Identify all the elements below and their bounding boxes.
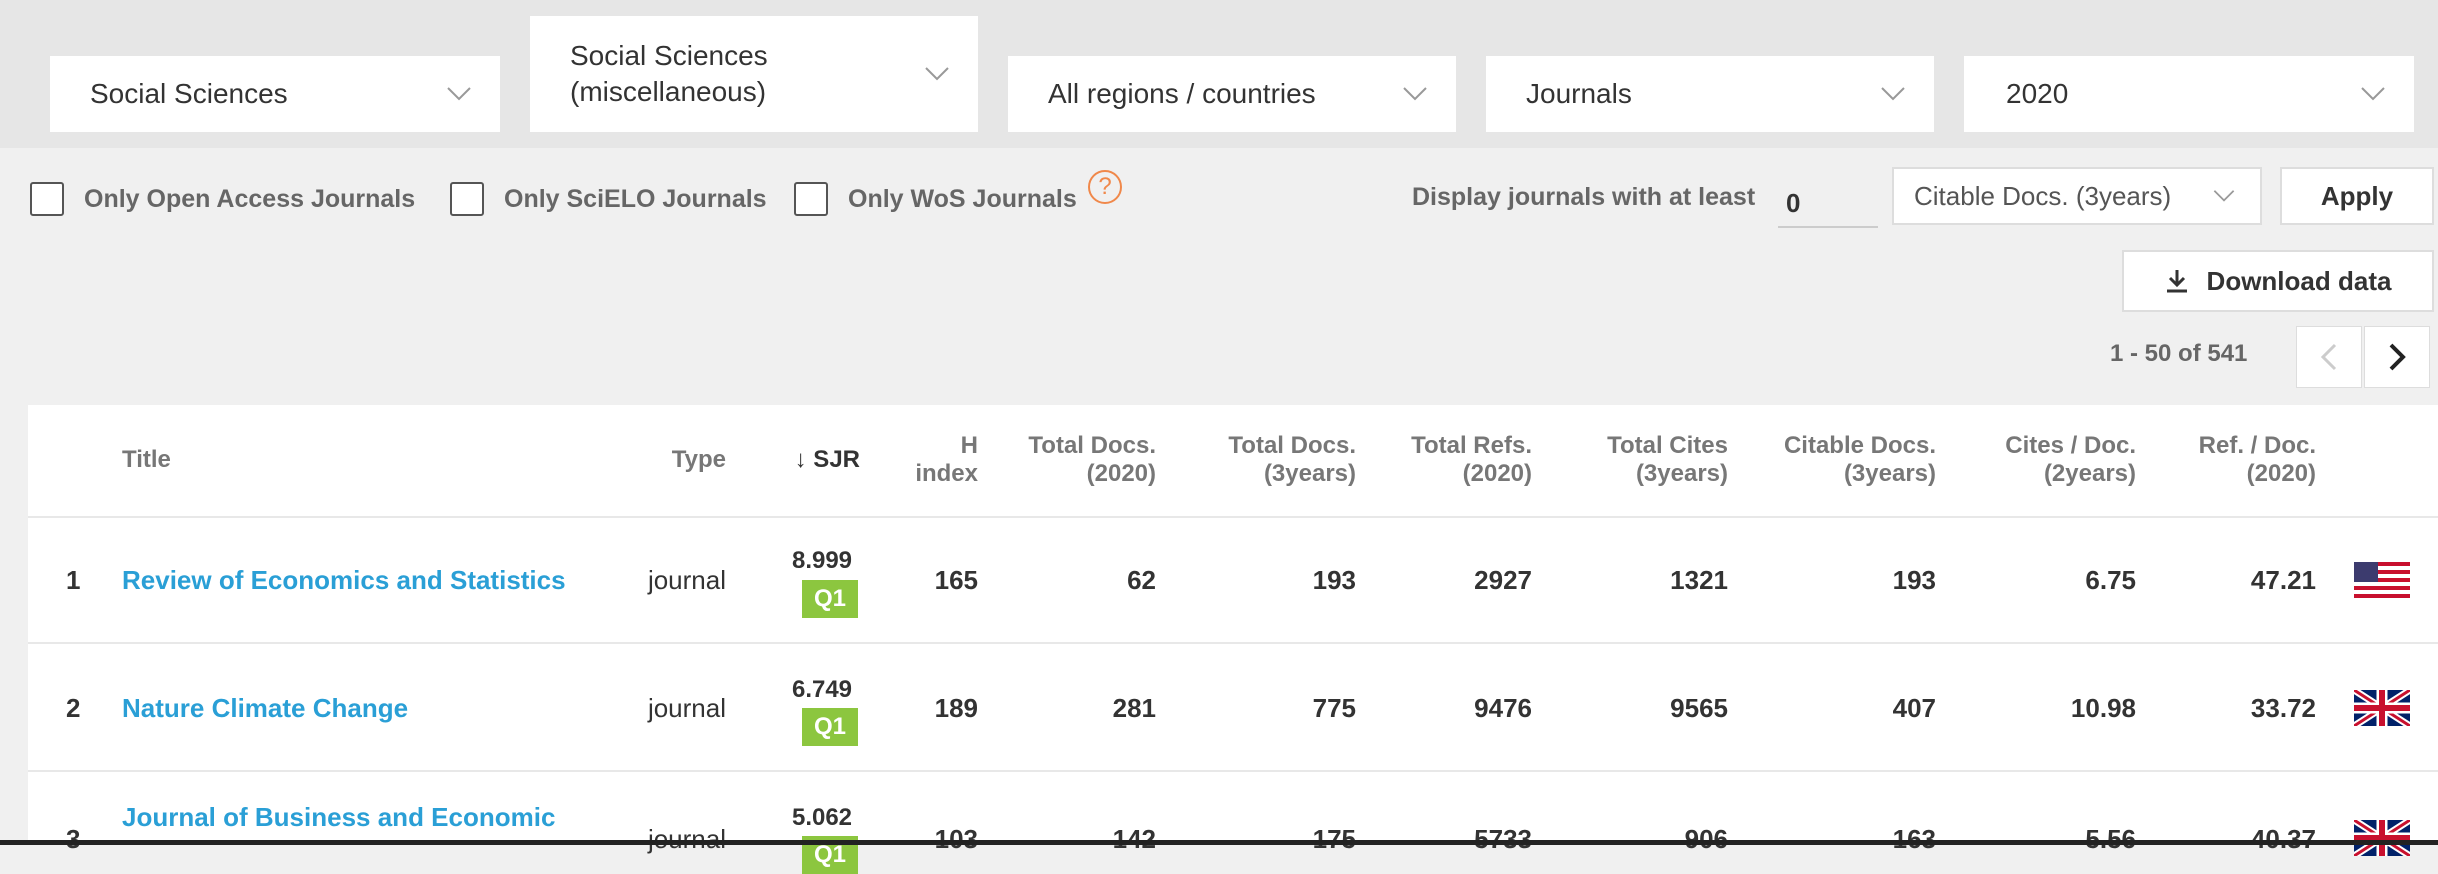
min-metric-select[interactable]: Citable Docs. (3years) [1892,167,2262,225]
min-metric-value: Citable Docs. (3years) [1914,180,2172,211]
region-value: All regions / countries [1048,78,1316,109]
quartile-badge: Q1 [802,580,858,618]
quartile-badge: Q1 [802,708,858,746]
chevron-down-icon [2213,190,2235,202]
header-total-refs[interactable]: Total Refs. (2020) [1356,432,1532,488]
prev-page-button[interactable] [2296,326,2362,388]
row-divider [28,770,2438,772]
us-flag-icon [2354,562,2410,598]
journal-title-link[interactable]: Review of Economics and Statistics [122,565,566,596]
row-total-cites: 1321 [1670,565,1728,595]
open-access-option[interactable]: Only Open Access Journals [30,182,415,216]
row-rank: 1 [66,565,81,595]
row-total-refs: 9476 [1474,693,1532,723]
header-h-index[interactable]: Hindex [880,432,978,488]
header-total-docs[interactable]: Total Docs. (2020) [980,432,1156,488]
window-bottom-edge [0,840,2438,845]
chevron-down-icon [2361,87,2385,101]
chevron-right-icon [2389,343,2406,371]
row-type: journal [647,565,726,595]
year-value: 2020 [2006,78,2069,109]
row-rank: 2 [66,693,81,723]
row-total-docs-3y: 193 [1312,565,1356,595]
header-cites-per-doc[interactable]: Cites / Doc. (2years) [1960,432,2136,488]
row-type: journal [647,693,726,723]
wos-label: Only WoS Journals [848,184,1077,213]
header-total-cites[interactable]: Total Cites (3years) [1552,432,1728,488]
row-total-refs: 2927 [1474,565,1532,595]
year-select[interactable]: 2020 [1964,56,2414,132]
chevron-down-icon [925,67,949,81]
row-refs-per-doc: 33.72 [2250,693,2316,723]
open-access-checkbox[interactable] [30,182,64,216]
journal-title-link[interactable]: Nature Climate Change [122,693,408,724]
row-cites-per-doc: 6.75 [2085,565,2136,595]
scielo-label: Only SciELO Journals [504,184,767,213]
uk-flag-icon [2354,690,2410,726]
header-title[interactable]: Title [122,446,171,474]
subject-area-value: Social Sciences [90,78,288,109]
row-h-index: 189 [934,693,978,723]
wos-checkbox[interactable] [794,182,828,216]
chevron-down-icon [1881,87,1905,101]
row-total-docs-3y: 775 [1312,693,1356,723]
row-citable-docs: 407 [1892,693,1936,723]
type-select[interactable]: Journals [1486,56,1934,132]
next-page-button[interactable] [2364,326,2430,388]
header-sjr[interactable]: ↓ SJR [760,446,860,474]
region-select[interactable]: All regions / countries [1008,56,1456,132]
row-total-docs: 281 [1112,693,1156,723]
header-total-docs-3y[interactable]: Total Docs. (3years) [1180,432,1356,488]
chevron-left-icon [2320,343,2337,371]
header-citable-docs[interactable]: Citable Docs. (3years) [1740,432,1936,488]
type-value: Journals [1526,78,1632,109]
row-sjr: 6.749 [791,676,853,703]
header-divider [28,516,2438,518]
row-refs-per-doc: 47.21 [2250,565,2316,595]
header-type[interactable]: Type [600,446,726,474]
header-refs-per-doc[interactable]: Ref. / Doc. (2020) [2140,432,2316,488]
uk-flag-icon [2354,820,2410,856]
open-access-label: Only Open Access Journals [84,184,416,213]
scielo-option[interactable]: Only SciELO Journals [450,182,767,216]
apply-button[interactable]: Apply [2280,167,2434,225]
row-cites-per-doc: 10.98 [2070,693,2136,723]
min-display-label: Display journals with at least [1412,183,1756,211]
download-button[interactable]: Download data [2122,250,2434,312]
row-divider [28,642,2438,644]
chevron-down-icon [1403,87,1427,101]
row-sjr: 5.062 [791,804,853,831]
wos-option[interactable]: Only WoS Journals [794,182,1077,216]
pagination-label: 1 - 50 of 541 [2110,340,2248,367]
row-sjr: 8.999 [791,547,853,574]
scielo-checkbox[interactable] [450,182,484,216]
row-total-docs: 62 [1127,565,1156,595]
subject-area-select[interactable]: Social Sciences [50,56,500,132]
row-h-index: 165 [934,565,978,595]
journal-title-link[interactable]: Journal of Business and Economic [122,802,555,833]
row-citable-docs: 193 [1892,565,1936,595]
download-icon [2166,270,2187,293]
subject-category-select[interactable]: Social Sciences (miscellaneous) [530,16,978,132]
min-value-input[interactable] [1778,172,1878,228]
help-icon[interactable]: ? [1088,170,1122,204]
download-label: Download data [2206,265,2392,296]
subject-category-value: Social Sciences (miscellaneous) [570,40,768,107]
row-total-cites: 9565 [1670,693,1728,723]
chevron-down-icon [447,87,471,101]
